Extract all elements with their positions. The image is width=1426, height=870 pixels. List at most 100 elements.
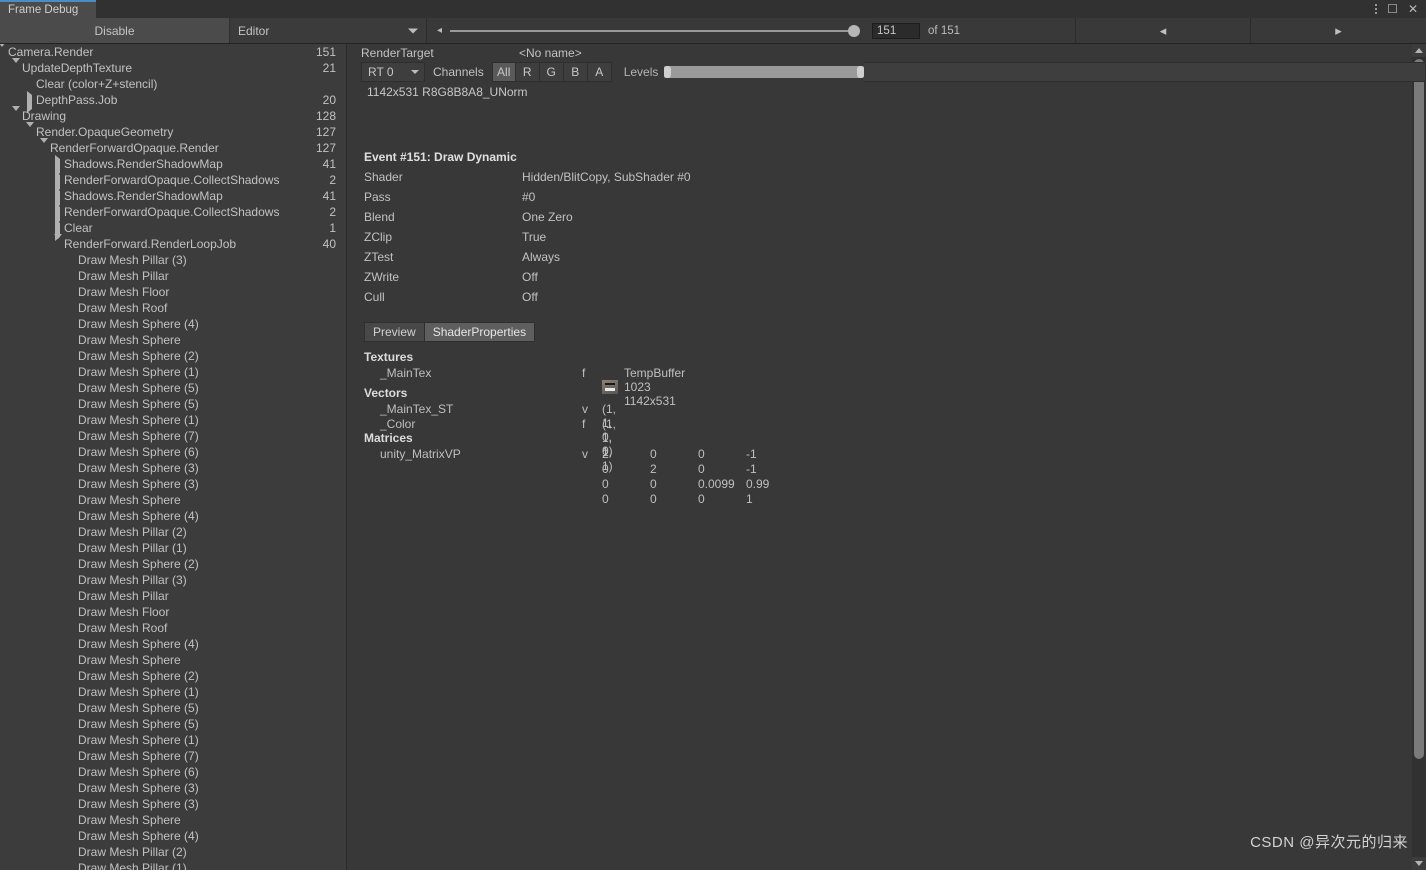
tree-row[interactable]: Draw Mesh Sphere (5) <box>0 396 346 412</box>
tree-row[interactable]: Shadows.RenderShadowMap 41 <box>0 187 346 209</box>
event-tree-panel[interactable]: Camera.Render 151 UpdateDepthTexture 21 Clea… <box>0 44 346 870</box>
tree-row[interactable]: Draw Mesh Sphere (4) <box>0 508 346 524</box>
tree-row[interactable]: Draw Mesh Sphere (2) <box>0 668 346 684</box>
tree-row[interactable]: RenderForwardOpaque.CollectShadows 2 <box>0 171 346 193</box>
chevron-right-icon[interactable] <box>54 187 64 209</box>
tree-row[interactable]: RenderForwardOpaque.Render 127 <box>0 138 346 157</box>
texture-thumbnail-icon[interactable] <box>602 380 618 394</box>
tree-row[interactable]: Draw Mesh Sphere (5) <box>0 716 346 732</box>
tree-row[interactable]: Draw Mesh Sphere (3) <box>0 460 346 476</box>
frame-number-input[interactable]: 151 <box>872 22 921 39</box>
tree-row[interactable]: Draw Mesh Roof <box>0 300 346 316</box>
tree-row[interactable]: Draw Mesh Sphere (1) <box>0 364 346 380</box>
tree-row[interactable]: Draw Mesh Sphere (1) <box>0 412 346 428</box>
tree-row[interactable]: Draw Mesh Sphere <box>0 492 346 508</box>
channel-button-a[interactable]: A <box>587 62 612 82</box>
tree-row[interactable]: UpdateDepthTexture 21 <box>0 58 346 77</box>
tree-row[interactable]: Draw Mesh Sphere (4) <box>0 828 346 844</box>
channel-button-all[interactable]: All <box>491 62 516 82</box>
tree-row[interactable]: Drawing 128 <box>0 106 346 125</box>
tab-shaderproperties[interactable]: ShaderProperties <box>424 322 536 342</box>
tree-row-label: Draw Mesh Sphere (6) <box>78 445 199 459</box>
levels-label: Levels <box>623 65 659 79</box>
target-dropdown[interactable]: Editor <box>230 18 427 43</box>
tree-row[interactable]: Draw Mesh Sphere (2) <box>0 348 346 364</box>
tree-row[interactable]: Draw Mesh Pillar (1) <box>0 540 346 556</box>
tree-row[interactable]: Draw Mesh Sphere (4) <box>0 316 346 332</box>
tree-row[interactable]: Draw Mesh Pillar (1) <box>0 860 346 870</box>
tree-row[interactable]: Draw Mesh Sphere (6) <box>0 444 346 460</box>
tree-row[interactable]: Draw Mesh Sphere (6) <box>0 764 346 780</box>
tree-row[interactable]: Draw Mesh Pillar (3) <box>0 572 346 588</box>
panel-divider[interactable] <box>346 44 347 870</box>
tree-row[interactable]: Clear (color+Z+stencil) <box>0 76 346 92</box>
previous-event-button[interactable]: ◂ <box>1076 18 1251 43</box>
channel-button-r[interactable]: R <box>515 62 540 82</box>
chevron-right-icon[interactable] <box>54 155 64 177</box>
tree-row[interactable]: Draw Mesh Sphere (5) <box>0 700 346 716</box>
tree-row[interactable]: Draw Mesh Pillar (3) <box>0 252 346 268</box>
kebab-menu-icon[interactable] <box>1375 4 1378 14</box>
tree-row[interactable]: Draw Mesh Sphere (3) <box>0 796 346 812</box>
tree-row[interactable]: Camera.Render 151 <box>0 44 346 61</box>
tree-row-count: 1 <box>329 221 336 235</box>
levels-slider[interactable] <box>664 66 865 78</box>
tree-row[interactable]: Draw Mesh Sphere (3) <box>0 780 346 796</box>
tree-row[interactable]: Draw Mesh Pillar (2) <box>0 524 346 540</box>
tree-row[interactable]: Render.OpaqueGeometry 127 <box>0 122 346 141</box>
next-event-button[interactable]: ▸ <box>1251 18 1426 43</box>
levels-handle-min[interactable] <box>664 66 672 78</box>
tree-row[interactable]: Draw Mesh Sphere (4) <box>0 636 346 652</box>
disable-button[interactable]: Disable <box>0 18 230 43</box>
tree-row[interactable]: RenderForward.RenderLoopJob 40 <box>0 234 346 253</box>
tree-row[interactable]: Draw Mesh Sphere <box>0 812 346 828</box>
chevron-right-icon[interactable] <box>54 219 64 241</box>
levels-control[interactable]: Levels <box>612 62 865 82</box>
tree-row[interactable]: RenderForwardOpaque.CollectShadows 2 <box>0 203 346 225</box>
tree-row[interactable]: Draw Mesh Sphere (1) <box>0 684 346 700</box>
tree-row-count: 151 <box>315 45 336 59</box>
rt-select[interactable]: RT 0 <box>361 62 425 82</box>
tab-frame-debug[interactable]: Frame Debug <box>0 0 96 18</box>
tree-row[interactable]: Shadows.RenderShadowMap 41 <box>0 155 346 177</box>
channel-button-label: G <box>546 65 556 79</box>
tree-row-label: Draw Mesh Sphere (4) <box>78 829 199 843</box>
tree-row[interactable]: Draw Mesh Sphere (3) <box>0 476 346 492</box>
tree-row[interactable]: Draw Mesh Floor <box>0 284 346 300</box>
tree-row[interactable]: Clear 1 <box>0 219 346 241</box>
tree-row[interactable]: Draw Mesh Floor <box>0 604 346 620</box>
csdn-watermark: CSDN @异次元的归来 <box>1250 834 1408 851</box>
chevron-down-icon[interactable] <box>0 44 8 61</box>
frame-slider[interactable] <box>450 24 861 37</box>
tab-preview[interactable]: Preview <box>364 322 425 342</box>
tree-row[interactable]: Draw Mesh Roof <box>0 620 346 636</box>
chevron-right-icon[interactable] <box>26 91 36 113</box>
tree-row-label: Draw Mesh Sphere (3) <box>78 477 199 491</box>
tree-row[interactable]: DepthPass.Job 20 <box>0 91 346 113</box>
channel-button-g[interactable]: G <box>539 62 564 82</box>
chevron-down-icon[interactable] <box>40 138 50 157</box>
tree-row[interactable]: Draw Mesh Pillar <box>0 268 346 284</box>
channel-button-b[interactable]: B <box>563 62 588 82</box>
tree-row-label: Draw Mesh Sphere (3) <box>78 461 199 475</box>
levels-handle-max[interactable] <box>857 66 865 78</box>
frame-slider-thumb[interactable] <box>848 24 861 37</box>
chevron-down-icon[interactable] <box>26 122 36 141</box>
tree-row[interactable]: Draw Mesh Sphere <box>0 652 346 668</box>
maximize-icon[interactable]: ☐ <box>1387 3 1398 15</box>
chevron-down-icon[interactable] <box>12 106 22 125</box>
chevron-down-icon[interactable] <box>54 234 64 253</box>
close-icon[interactable]: ✕ <box>1408 3 1418 15</box>
tree-row[interactable]: Draw Mesh Sphere (5) <box>0 380 346 396</box>
shader-state-value: Hidden/BlitCopy, SubShader #0 <box>522 170 691 184</box>
chevron-right-icon[interactable] <box>54 171 64 193</box>
tree-row[interactable]: Draw Mesh Sphere <box>0 332 346 348</box>
tree-row[interactable]: Draw Mesh Sphere (2) <box>0 556 346 572</box>
chevron-down-icon[interactable] <box>12 58 22 77</box>
tree-row[interactable]: Draw Mesh Sphere (1) <box>0 732 346 748</box>
tree-row[interactable]: Draw Mesh Sphere (7) <box>0 428 346 444</box>
tree-row[interactable]: Draw Mesh Pillar (2) <box>0 844 346 860</box>
tree-row[interactable]: Draw Mesh Pillar <box>0 588 346 604</box>
tree-row[interactable]: Draw Mesh Sphere (7) <box>0 748 346 764</box>
chevron-right-icon[interactable] <box>54 203 64 225</box>
